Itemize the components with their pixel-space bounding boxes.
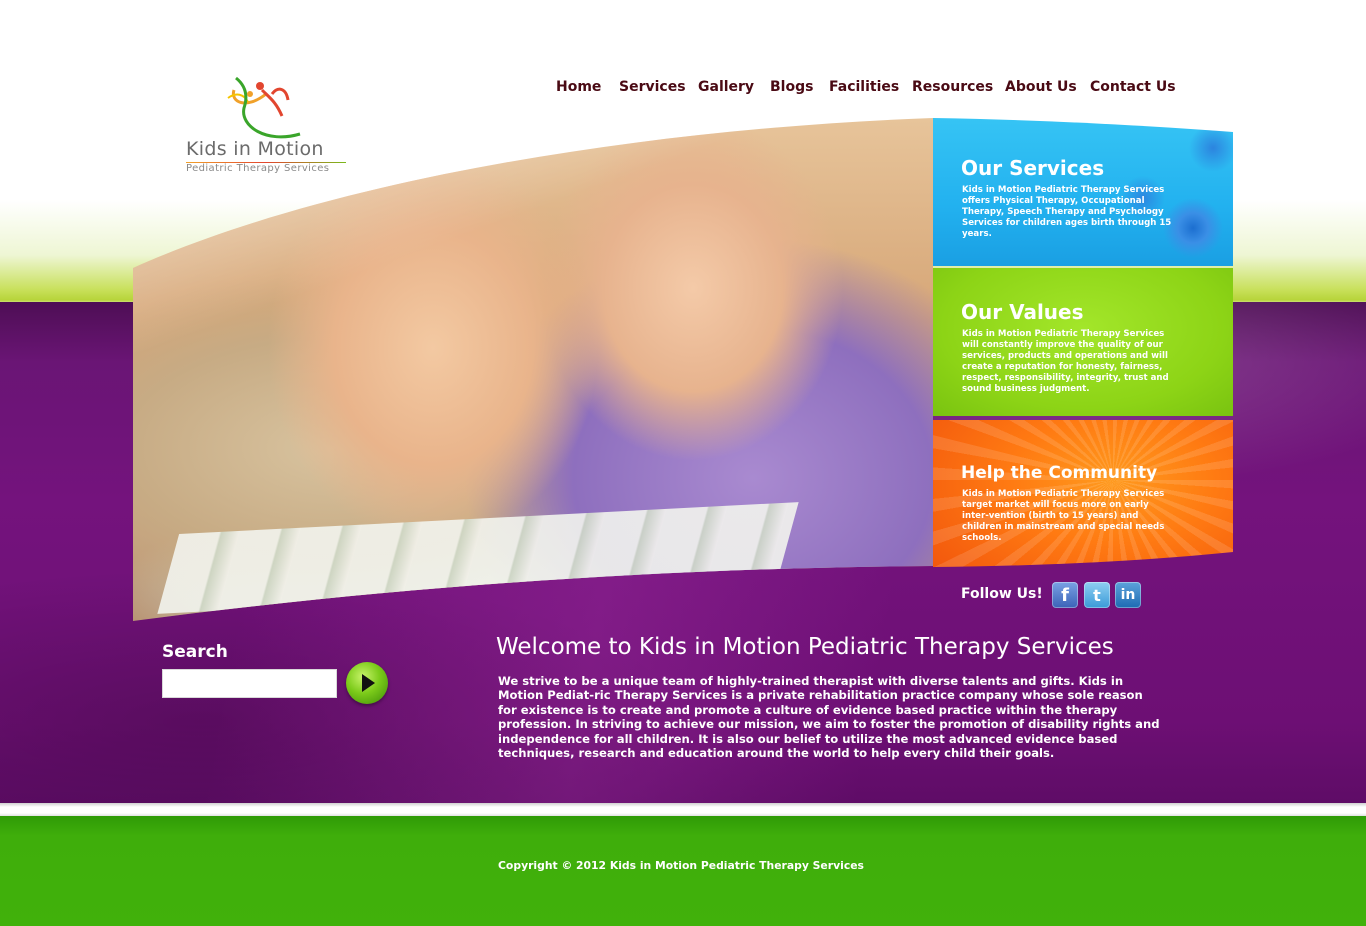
nav-services[interactable]: Services	[619, 79, 686, 95]
values-text: Kids in Motion Pediatric Therapy Service…	[962, 329, 1169, 394]
site-logo[interactable]: Kids in Motion Pediatric Therapy Service…	[182, 72, 352, 176]
nav-home[interactable]: Home	[556, 79, 601, 95]
play-arrow-icon	[362, 674, 375, 692]
values-panel[interactable]: Our Values Kids in Motion Pediatric Ther…	[933, 268, 1233, 416]
facebook-icon[interactable]: f	[1052, 582, 1078, 608]
community-text: Kids in Motion Pediatric Therapy Service…	[962, 489, 1165, 543]
nav-contact-us[interactable]: Contact Us	[1090, 79, 1176, 95]
follow-us-label: Follow Us!	[961, 586, 1043, 602]
welcome-title: Welcome to Kids in Motion Pediatric Ther…	[496, 634, 1114, 660]
divider	[0, 803, 1366, 817]
nav-gallery[interactable]: Gallery	[698, 79, 754, 95]
linkedin-icon[interactable]: in	[1115, 582, 1141, 608]
copyright-text: Copyright © 2012 Kids in Motion Pediatri…	[498, 859, 864, 872]
search-button[interactable]	[346, 662, 388, 704]
community-panel[interactable]: Help the Community Kids in Motion Pediat…	[933, 420, 1233, 567]
logo-figure-icon	[227, 76, 301, 139]
community-title: Help the Community	[961, 463, 1158, 483]
services-title: Our Services	[961, 156, 1105, 180]
welcome-text: We strive to be a unique team of highly-…	[498, 674, 1160, 761]
services-panel[interactable]: Our Services Kids in Motion Pediatric Th…	[933, 118, 1233, 266]
nav-about-us[interactable]: About Us	[1005, 79, 1077, 95]
nav-resources[interactable]: Resources	[912, 79, 993, 95]
twitter-icon[interactable]: t	[1084, 582, 1110, 608]
values-title: Our Values	[961, 300, 1084, 324]
logo-title: Kids in Motion	[186, 138, 324, 160]
nav-facilities[interactable]: Facilities	[829, 79, 899, 95]
logo-subtitle: Pediatric Therapy Services	[186, 163, 330, 174]
search-input[interactable]	[162, 669, 337, 698]
nav-blogs[interactable]: Blogs	[770, 79, 813, 95]
search-label: Search	[162, 642, 228, 662]
services-text: Kids in Motion Pediatric Therapy Service…	[962, 185, 1172, 239]
